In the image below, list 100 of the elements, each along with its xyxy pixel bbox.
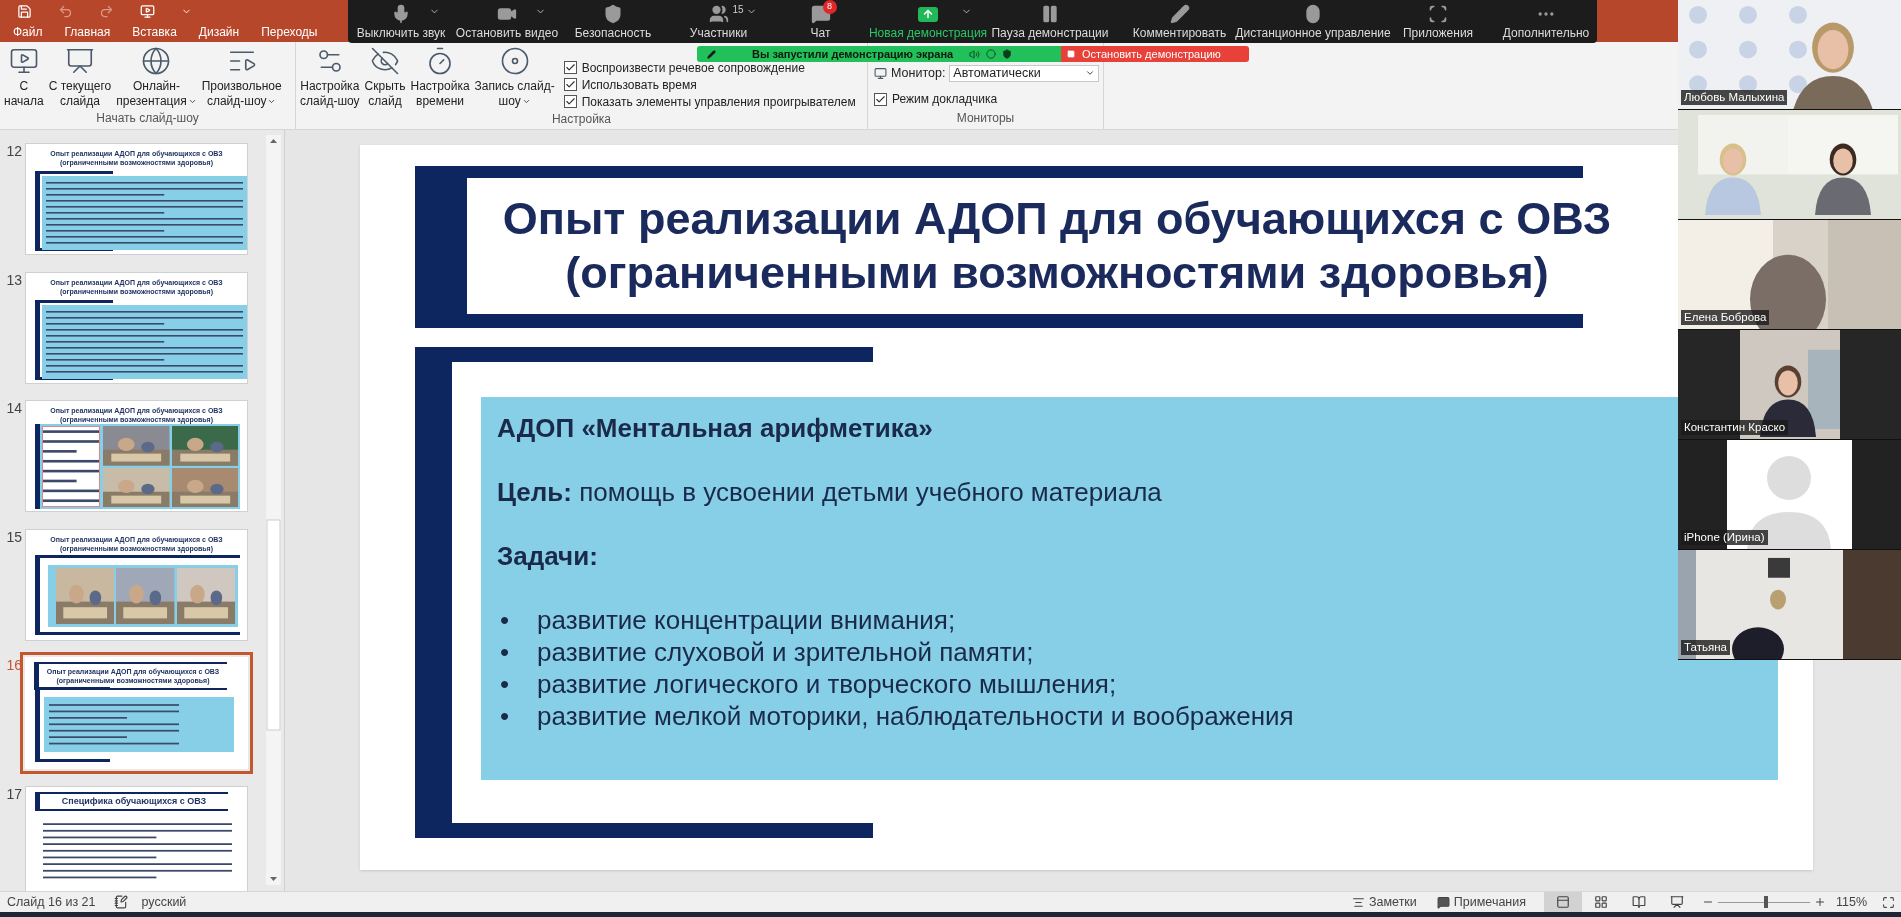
checkbox-label: Использовать время: [581, 76, 697, 94]
shield-icon[interactable]: [603, 4, 623, 24]
hidden-slide-icon: [370, 46, 401, 76]
checkbox[interactable]: [563, 61, 577, 74]
grid-view-icon: [1594, 895, 1608, 909]
slide-thumbnail[interactable]: Специфика обучающихся с ОВЗ: [25, 785, 248, 891]
status-circle-icon: [986, 49, 997, 59]
monitor-dropdown[interactable]: Автоматически: [949, 64, 1100, 82]
toolbar-button[interactable]: Дистанционное управление: [1235, 26, 1391, 40]
sharing-message: Вы запустили демонстрацию экрана: [752, 46, 954, 62]
participant-count: 15: [732, 3, 744, 17]
ribbon-tab[interactable]: Переходы: [260, 23, 319, 41]
monitor-icon: [874, 66, 887, 80]
slideshow-icon: [1670, 895, 1684, 909]
toolbar-button[interactable]: Чат: [810, 26, 831, 40]
checkbox-label: Режим докладчика: [892, 91, 998, 109]
comments-button[interactable]: Примечания: [1436, 892, 1526, 912]
chat-badge: 8: [822, 0, 837, 14]
ribbon-button[interactable]: Запись слайд- шоу: [472, 46, 557, 109]
toolbar-button[interactable]: Новая демонстрация: [868, 26, 988, 40]
slide-number: 15: [5, 528, 22, 545]
stop-sharing-button[interactable]: Остановить демонстрацию: [1061, 46, 1249, 62]
group-label: Начать слайд-шоу: [95, 110, 200, 127]
notes-icon: [1352, 895, 1365, 909]
share-screen-icon[interactable]: [918, 6, 938, 22]
checkbox-label: Воспроизвести речевое сопровождение: [581, 60, 805, 77]
presenter-icon[interactable]: [140, 3, 155, 19]
ribbon-button[interactable]: С текущего слайда: [46, 46, 114, 109]
participant-name: Татьяна: [1681, 640, 1730, 655]
checkbox-label: Показать элементы управления проигрывателем: [581, 93, 856, 111]
ribbon-tab[interactable]: Главная: [63, 23, 112, 41]
scan-frame-icon[interactable]: [1428, 4, 1448, 24]
bullet: •: [499, 700, 511, 732]
mouse-icon[interactable]: [1303, 4, 1323, 24]
play-screen-icon: [8, 46, 39, 76]
content-heading: АДОП «Ментальная арифметика»: [497, 412, 933, 444]
reading-view-icon: [1632, 895, 1646, 909]
task-item: развитие логического и творческого мышления;: [537, 668, 1117, 700]
ribbon-button[interactable]: Онлайн- презентация: [114, 46, 199, 109]
pause-icon[interactable]: [1040, 4, 1060, 24]
ribbon-button[interactable]: Настройка времени: [408, 46, 472, 109]
ribbon-button[interactable]: Произвольное слайд-шоу: [199, 46, 284, 109]
normal-view-icon: [1556, 895, 1570, 909]
participant-name: iPhone (Ирина): [1681, 530, 1768, 545]
tasks-heading: Задачи:: [497, 540, 598, 572]
group-label: Настройка: [550, 111, 613, 128]
people-icon[interactable]: [708, 4, 729, 24]
task-item: развитие мелкой моторики, наблюдательности и воображения: [537, 700, 1294, 732]
record-icon: [499, 46, 530, 76]
zoom-level[interactable]: 115%: [1836, 892, 1876, 912]
notes-button[interactable]: Заметки: [1352, 892, 1417, 912]
toolbar-button[interactable]: Пауза демонстрации: [991, 26, 1109, 40]
toolbar-button[interactable]: Участники: [689, 26, 748, 40]
participant-name: Любовь Малыхина: [1681, 90, 1788, 105]
fit-slide-icon[interactable]: [1882, 895, 1895, 909]
ribbon-tab[interactable]: Вставка: [131, 23, 178, 41]
ribbon-button[interactable]: Скрыть слайд: [362, 46, 408, 109]
zoom-thumb[interactable]: [1763, 896, 1768, 908]
microphone-icon[interactable]: [391, 4, 411, 24]
speaker-icon[interactable]: [969, 48, 981, 60]
ribbon-button[interactable]: Настройка слайд-шоу: [298, 46, 362, 109]
bullet: •: [499, 604, 511, 636]
ribbon-tab[interactable]: Файл: [12, 23, 44, 41]
toolbar-button[interactable]: Приложения: [1402, 26, 1474, 40]
slide-number: 14: [5, 400, 22, 416]
slide-number: 17: [5, 785, 22, 802]
thumbnail-title: Специфика обучающихся с ОВЗ: [61, 796, 207, 806]
zoom-in-icon[interactable]: [1814, 896, 1826, 908]
checkbox[interactable]: [874, 92, 887, 106]
group-label: Мониторы: [955, 110, 1016, 127]
save-icon[interactable]: [17, 3, 32, 19]
toolbar-button[interactable]: Дополнительно: [1502, 26, 1590, 40]
zoom-slider[interactable]: [1718, 896, 1810, 908]
toolbar-button[interactable]: Выключить звук: [356, 26, 446, 40]
stop-icon: [1067, 50, 1075, 58]
goal-text: Цель: помощь в усвоении детьми учебного материала: [497, 476, 1162, 508]
view-button[interactable]: [1544, 892, 1582, 912]
monitor-label: Монитор:: [891, 65, 946, 82]
bullet: •: [499, 636, 511, 668]
ribbon-tab[interactable]: Дизайн: [197, 23, 241, 41]
pencil-icon: [707, 49, 716, 59]
screen-icon: [64, 46, 95, 76]
participant-name: Константин Краско: [1681, 420, 1789, 435]
toolbar-button[interactable]: Остановить видео: [455, 26, 559, 40]
slide-number: 13: [5, 271, 22, 288]
bullet: •: [499, 668, 511, 700]
notes-check-icon[interactable]: [113, 895, 128, 909]
checkbox[interactable]: [563, 78, 577, 91]
language-label[interactable]: русский: [141, 892, 187, 912]
task-item: развитие концентрации внимания;: [537, 604, 956, 636]
ribbon-button[interactable]: С начала: [2, 46, 46, 109]
checkbox[interactable]: [563, 95, 577, 108]
slide-title: Опыт реализации АДОП для обучающихся с ОВЗ: [502, 192, 1612, 246]
toolbar-button[interactable]: Комментировать: [1132, 26, 1227, 40]
globe-icon: [141, 46, 172, 76]
slide-number: 12: [5, 143, 22, 159]
toolbar-button[interactable]: Безопасность: [574, 26, 652, 40]
slide-title: (ограниченными возможностями здоровья): [565, 246, 1549, 300]
pencil-icon[interactable]: [1169, 4, 1190, 24]
shield-icon: [1002, 49, 1013, 59]
